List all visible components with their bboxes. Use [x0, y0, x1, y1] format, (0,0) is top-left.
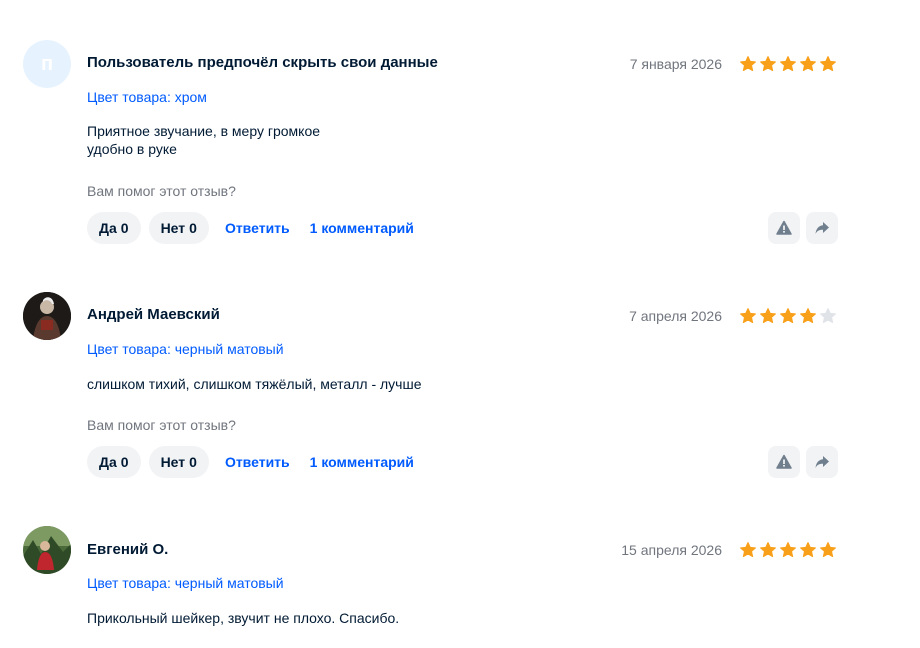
- star-filled-icon: [740, 542, 756, 558]
- vote-yes-count: 0: [120, 454, 129, 470]
- warning-icon: [776, 454, 792, 469]
- star-filled-icon: [800, 542, 816, 558]
- star-filled-icon: [740, 308, 756, 324]
- star-empty-icon: [820, 308, 836, 324]
- product-variant-link[interactable]: Цвет товара: хром: [87, 89, 207, 105]
- avatar[interactable]: п: [23, 40, 71, 88]
- helpful-question: Вам помог этот отзыв?: [87, 417, 236, 433]
- rating-stars: [739, 307, 837, 325]
- rating-stars: [739, 541, 837, 559]
- product-variant-link[interactable]: Цвет товара: черный матовый: [87, 341, 284, 357]
- review-date: 7 января 2026: [629, 56, 722, 72]
- review-author: Пользователь предпочёл скрыть свои данны…: [87, 54, 438, 71]
- helpful-question: Вам помог этот отзыв?: [87, 183, 236, 199]
- vote-yes-button[interactable]: Да 0: [87, 212, 141, 244]
- comments-link[interactable]: 1 комментарий: [306, 454, 422, 470]
- star-filled-icon: [800, 308, 816, 324]
- review-actions: Да 0 Нет 0 Ответить 1 комментарий: [87, 446, 422, 478]
- vote-yes-count: 0: [120, 220, 129, 236]
- report-button[interactable]: [768, 446, 800, 478]
- vote-no-button[interactable]: Нет 0: [148, 446, 209, 478]
- review-date: 7 апреля 2026: [629, 308, 722, 324]
- star-filled-icon: [760, 542, 776, 558]
- star-filled-icon: [820, 542, 836, 558]
- star-filled-icon: [780, 56, 796, 72]
- vote-no-count: 0: [189, 454, 197, 470]
- review-author: Андрей Маевский: [87, 306, 220, 323]
- review-text: Прикольный шейкер, звучит не плохо. Спас…: [87, 610, 400, 626]
- avatar-photo: [23, 526, 71, 574]
- vote-no-label: Нет: [160, 454, 186, 470]
- avatar-photo: [23, 292, 71, 340]
- share-button[interactable]: [806, 446, 838, 478]
- product-variant-link[interactable]: Цвет товара: черный матовый: [87, 575, 284, 591]
- reply-link[interactable]: Ответить: [217, 454, 298, 470]
- rating-stars: [739, 55, 837, 73]
- comments-link[interactable]: 1 комментарий: [306, 220, 422, 236]
- vote-yes-button[interactable]: Да 0: [87, 446, 141, 478]
- review-date: 15 апреля 2026: [621, 542, 722, 558]
- review-author: Евгений О.: [87, 541, 169, 558]
- star-filled-icon: [780, 308, 796, 324]
- vote-yes-label: Да: [99, 220, 117, 236]
- star-filled-icon: [740, 56, 756, 72]
- vote-no-button[interactable]: Нет 0: [148, 212, 209, 244]
- share-button[interactable]: [806, 212, 838, 244]
- star-filled-icon: [820, 56, 836, 72]
- star-filled-icon: [800, 56, 816, 72]
- share-icon: [815, 222, 829, 234]
- vote-yes-label: Да: [99, 454, 117, 470]
- share-icon: [815, 456, 829, 468]
- review-text: Приятное звучание, в меру громкое удобно…: [87, 123, 321, 157]
- avatar[interactable]: [23, 526, 71, 574]
- review-text: слишком тихий, слишком тяжёлый, металл -…: [87, 376, 422, 392]
- vote-no-label: Нет: [160, 220, 186, 236]
- star-filled-icon: [780, 542, 796, 558]
- vote-no-count: 0: [189, 220, 197, 236]
- report-button[interactable]: [768, 212, 800, 244]
- review-actions: Да 0 Нет 0 Ответить 1 комментарий: [87, 212, 422, 244]
- reply-link[interactable]: Ответить: [217, 220, 298, 236]
- star-filled-icon: [760, 56, 776, 72]
- avatar[interactable]: [23, 292, 71, 340]
- warning-icon: [776, 220, 792, 235]
- star-filled-icon: [760, 308, 776, 324]
